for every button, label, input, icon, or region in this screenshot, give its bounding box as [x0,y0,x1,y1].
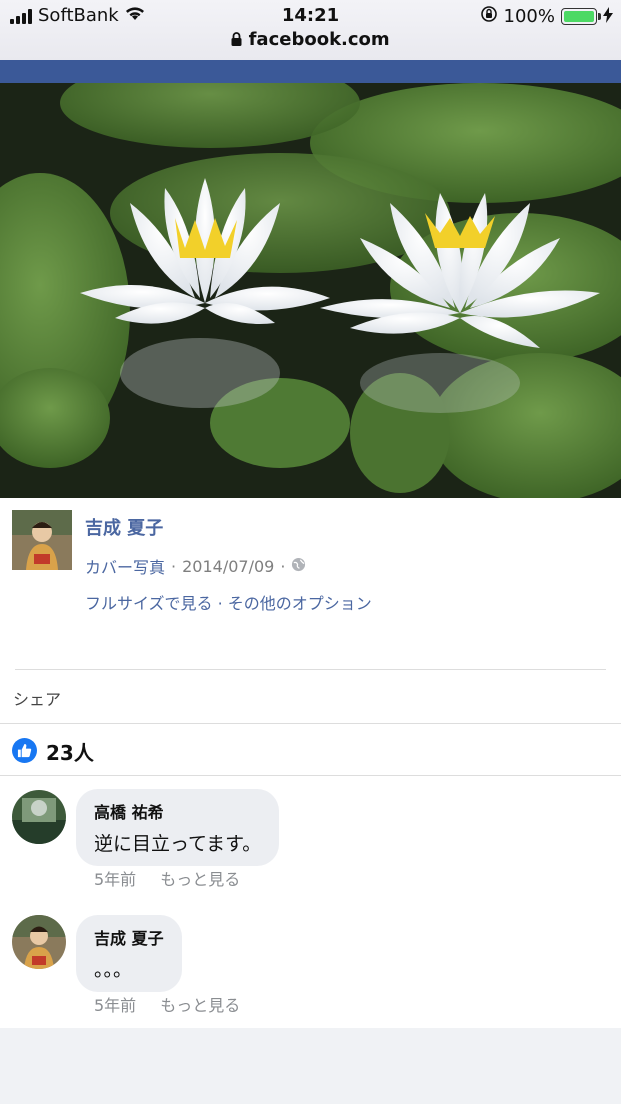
post-date[interactable]: 2014/07/09 [182,557,274,576]
comment-time[interactable]: 5年前 [94,992,136,1016]
battery-percent: 100% [503,6,555,27]
post-card: 吉成 夏子 カバー写真 · 2014/07/09 · フルサイズで見る · その… [0,498,621,1028]
divider [0,723,621,724]
share-button[interactable]: シェア [13,686,61,710]
post-meta: カバー写真 · 2014/07/09 · [85,554,306,578]
water-lily-image [0,83,621,498]
see-more-link[interactable]: もっと見る [160,866,240,890]
commenter-avatar[interactable] [12,915,66,969]
post-type-link[interactable]: カバー写真 [85,554,165,578]
author-name[interactable]: 吉成 夏子 [85,514,163,540]
charging-bolt-icon [603,6,613,27]
lock-icon [231,29,248,50]
comment-author[interactable]: 吉成 夏子 [94,925,164,949]
status-right: 100% [480,5,613,28]
meta-separator: · [280,556,286,576]
comment-time[interactable]: 5年前 [94,866,136,890]
comment-bubble: 吉成 夏子 。。。 [76,915,182,992]
divider [15,669,606,670]
like-count[interactable]: 23人 [46,737,94,766]
comment-text: 。。。 [94,959,133,981]
comment-bubble: 高橋 祐希 逆に目立ってます。 [76,789,280,866]
status-bar: SoftBank 14:21 facebook.com 100% [0,0,621,60]
like-icon[interactable] [12,738,37,763]
comment-actions: 5年前 もっと見る [94,992,240,1016]
globe-icon [291,557,306,576]
divider [0,775,621,776]
orientation-lock-icon [480,5,498,28]
comment-text: 逆に目立ってます。 [94,833,262,855]
author-avatar[interactable] [12,510,72,570]
comment-author[interactable]: 高橋 祐希 [94,799,261,823]
meta-separator: · [171,556,177,576]
address-bar[interactable]: facebook.com [0,29,621,50]
comment-actions: 5年前 もっと見る [94,866,240,890]
commenter-avatar[interactable] [12,790,66,844]
see-more-link[interactable]: もっと見る [160,992,240,1016]
cover-photo[interactable] [0,83,621,498]
battery-icon [561,8,601,25]
url-text: facebook.com [248,29,390,50]
facebook-header-bar [0,60,621,83]
photo-options[interactable]: フルサイズで見る · その他のオプション [85,590,372,614]
